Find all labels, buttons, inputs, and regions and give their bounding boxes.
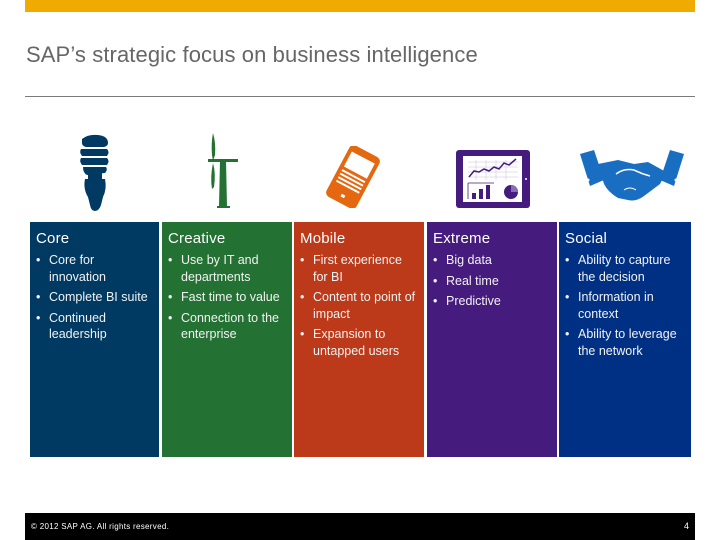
tablet-analytics-icon xyxy=(456,150,532,210)
bullet-list: Use by IT and departments Fast time to v… xyxy=(168,252,286,343)
bullet-list: First experience for BI Content to point… xyxy=(300,252,418,359)
column-mobile: Mobile First experience for BI Content t… xyxy=(294,222,424,457)
handshake-icon xyxy=(578,150,686,206)
title-separator xyxy=(25,96,695,97)
column-heading: Core xyxy=(36,230,70,247)
list-item: Big data xyxy=(433,252,551,269)
column-heading: Social xyxy=(565,230,608,247)
slide-title: SAP’s strategic focus on business intell… xyxy=(26,42,478,67)
column-heading: Extreme xyxy=(433,230,491,247)
column-core: Core Core for innovation Complete BI sui… xyxy=(30,222,159,457)
list-item: Content to point of impact xyxy=(300,289,418,322)
list-item: Ability to leverage the network xyxy=(565,326,685,359)
column-social: Social Ability to capture the decision I… xyxy=(559,222,691,457)
list-item: Real time xyxy=(433,273,551,290)
list-item: Ability to capture the decision xyxy=(565,252,685,285)
light-bulb-icon xyxy=(78,133,112,213)
list-item: First experience for BI xyxy=(300,252,418,285)
bullet-list: Big data Real time Predictive xyxy=(433,252,551,310)
column-extreme: Extreme Big data Real time Predictive xyxy=(427,222,557,457)
column-heading: Creative xyxy=(168,230,226,247)
column-heading: Mobile xyxy=(300,230,346,247)
top-accent-bar xyxy=(25,0,695,12)
list-item: Core for innovation xyxy=(36,252,153,285)
copyright-text: © 2012 SAP AG. All rights reserved. xyxy=(31,522,170,531)
list-item: Complete BI suite xyxy=(36,289,153,306)
list-item: Continued leadership xyxy=(36,310,153,343)
mobile-phone-icon xyxy=(318,146,388,208)
list-item: Predictive xyxy=(433,293,551,310)
footer-bar: © 2012 SAP AG. All rights reserved. 4 xyxy=(25,513,695,540)
list-item: Fast time to value xyxy=(168,289,286,306)
list-item: Information in context xyxy=(565,289,685,322)
bullet-list: Ability to capture the decision Informat… xyxy=(565,252,685,359)
list-item: Use by IT and departments xyxy=(168,252,286,285)
list-item: Connection to the enterprise xyxy=(168,310,286,343)
column-creative: Creative Use by IT and departments Fast … xyxy=(162,222,292,457)
list-item: Expansion to untapped users xyxy=(300,326,418,359)
page-number: 4 xyxy=(683,521,689,531)
bullet-list: Core for innovation Complete BI suite Co… xyxy=(36,252,153,343)
wind-turbine-icon xyxy=(207,133,239,211)
